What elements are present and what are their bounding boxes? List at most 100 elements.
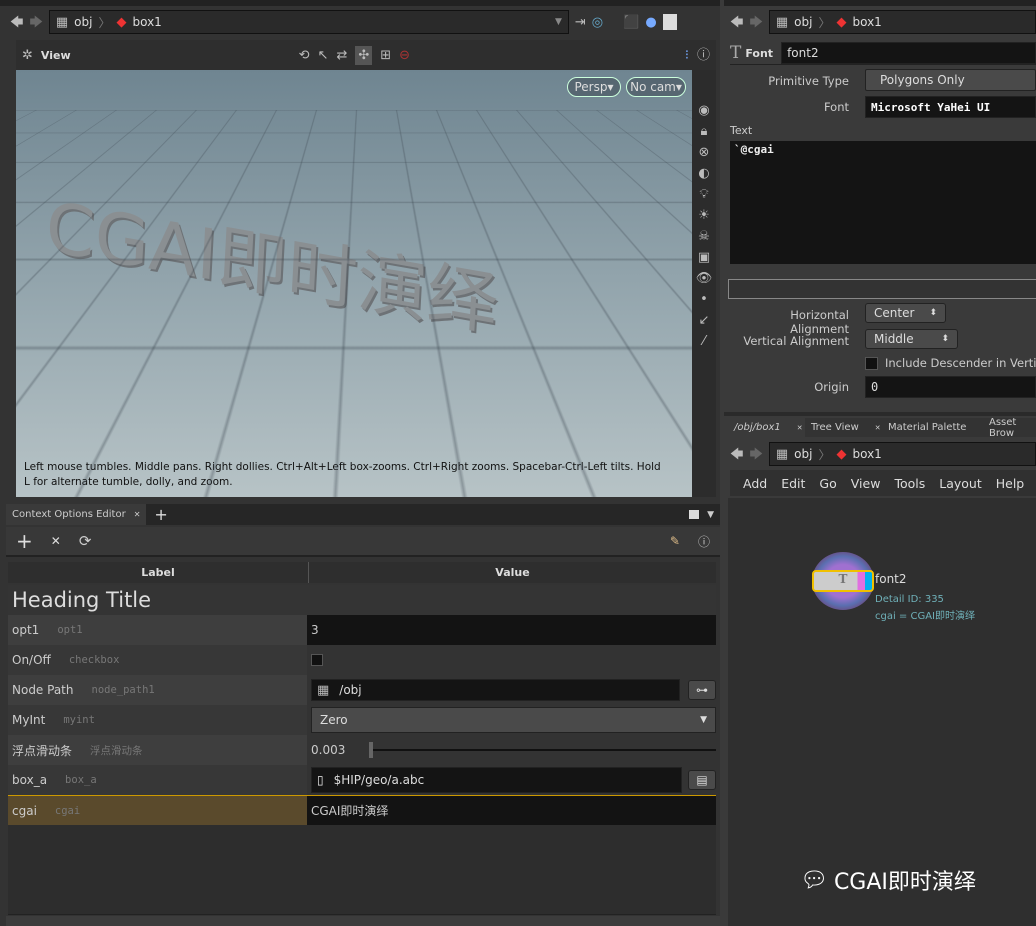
help-icon[interactable]: ⓘ [698,533,710,550]
dropper-icon[interactable]: ⁄ [703,335,705,348]
point-icon[interactable]: • [700,293,708,306]
node-name[interactable]: font2 [875,572,907,586]
edit-icon[interactable]: ✎ [670,534,680,548]
menu-help[interactable]: Help [996,476,1025,491]
forward-arrow-icon[interactable]: 🡆 [749,16,762,29]
cgai-value[interactable]: CGAI即时演绎 [311,802,388,819]
table-row[interactable]: opt1 opt1 3 [8,615,716,645]
tab-tree-view[interactable]: Tree View ✕ [805,418,887,437]
float-slider[interactable] [369,742,716,758]
skull-icon[interactable]: ☠ [698,230,710,243]
display-options-icon[interactable]: ⁝ [685,49,689,62]
viewport[interactable]: CGAI即时演绎 Persp ▾ No cam ▾ Left mouse tumbl… [16,70,692,497]
tab-asset-browser[interactable]: Asset Brow [983,417,1036,439]
font-node-body[interactable]: T [812,570,874,592]
close-tab-icon[interactable]: ✕ [134,510,141,519]
pane-menu-icon[interactable]: ▼ [707,510,714,520]
status-bar [6,916,720,926]
halign-menu[interactable]: Center ⬍ [865,303,946,323]
display-icon[interactable] [662,14,677,30]
eye-icon[interactable]: 👁︎ [696,272,713,285]
light-icon[interactable]: 💡︎ [699,188,708,201]
path-obj[interactable]: obj [74,15,92,29]
origin-field[interactable]: 0 [865,376,1036,398]
menu-edit[interactable]: Edit [781,476,805,491]
table-row[interactable]: box_a box_a ▯ $HIP/geo/a.abc ▤ [8,765,716,795]
checkbox[interactable] [311,654,323,666]
file-path-value[interactable]: $HIP/geo/a.abc [334,773,425,787]
back-arrow-icon[interactable]: 🡄 [730,16,743,29]
font-node-icon: T [730,43,742,63]
text-area[interactable]: `@cgai [730,141,1036,264]
forward-arrow-icon[interactable]: 🡆 [749,448,762,461]
float-value[interactable]: 0.003 [311,743,369,757]
path-box1[interactable]: box1 [132,15,161,29]
table-row[interactable]: MyInt myint Zero ▼ [8,705,716,735]
left-nav-bar: 🡄 🡆 ▦ obj 〉 ◆ box1 ▼ ⇥ ◎ ⬛ ● [10,10,716,34]
table-row[interactable]: Node Path node_path1 ▦/obj ⊶ [8,675,716,705]
menu-view[interactable]: View [851,476,881,491]
tumble-icon[interactable]: ⟲ [299,49,310,62]
left-pane: 🡄 🡆 ▦ obj 〉 ◆ box1 ▼ ⇥ ◎ ⬛ ● ✲ View ⟲ ↖ … [0,0,720,926]
watermark: 💬︎ CGAI即时演绎 [800,867,976,896]
menu-add[interactable]: Add [743,476,767,491]
table-row[interactable]: On/Off checkbox [8,645,716,675]
menu-go[interactable]: Go [819,476,836,491]
primitive-type-menu[interactable]: Polygons Only [865,69,1036,91]
network-editor[interactable]: T font2 Detail ID: 335 cgai = CGAI即时演绎 💬… [728,498,1036,926]
back-arrow-icon[interactable]: 🡄 [730,448,743,461]
help-icon[interactable]: ⓘ [697,49,710,62]
font-field[interactable]: Microsoft YaHei UI [865,96,1036,118]
xray-icon[interactable]: ⊗ [699,146,710,159]
path-bar[interactable]: ▦ obj 〉 ◆ box1 ▼ [48,10,569,34]
select-icon[interactable]: ↖ [318,49,329,62]
ghost-icon[interactable]: ◉ [698,104,709,117]
cube-icon[interactable]: ⬛ [623,16,639,29]
zoom-icon[interactable]: ⊞ [380,49,391,62]
node-chooser-button[interactable]: ⊶ [688,680,716,700]
myint-menu[interactable]: Zero ▼ [311,707,716,733]
geo-icon: ◆ [116,14,127,30]
path-dropdown-icon[interactable]: ▼ [555,17,562,27]
snap-icon[interactable]: ✣ [355,45,373,65]
lock-icon[interactable]: 🔒︎ [701,125,708,138]
table-row-selected[interactable]: cgai cgai CGAI即时演绎 [8,795,716,825]
path-bar[interactable]: ▦ obj 〉 ◆ box1 [768,10,1036,34]
obj-icon: ▦ [775,14,789,30]
headlight-icon[interactable]: ☀ [698,209,710,222]
descender-checkbox[interactable] [865,357,878,370]
table-header: Label Value [8,562,716,583]
shading-icon[interactable]: ● [645,16,656,29]
target-icon[interactable]: ◎ [592,16,603,29]
camera-menu[interactable]: No cam ▾ [626,77,686,97]
tab-material-palette[interactable]: Material Palette✕ [882,418,995,437]
forward-arrow-icon[interactable]: 🡆 [29,16,42,29]
transform-icon[interactable]: ⇄ [336,49,347,62]
column-label[interactable]: Label [8,562,309,583]
add-tab-button[interactable]: + [154,505,167,524]
table-row[interactable]: 浮点滑动条 浮点滑动条 0.003 [8,735,716,765]
delete-icon[interactable]: ✕ [51,534,61,548]
opt1-value[interactable]: 3 [311,623,319,637]
menu-tools[interactable]: Tools [894,476,925,491]
add-icon[interactable]: + [16,529,33,553]
stop-icon[interactable]: ⊖ [399,49,410,62]
normal-icon[interactable]: ↙ [699,314,710,327]
pin-icon[interactable]: ⇥ [575,16,586,29]
node-path-value[interactable]: /obj [339,683,361,697]
maximize-icon[interactable] [689,510,700,519]
path-bar[interactable]: ▦ obj 〉 ◆ box1 [768,442,1036,466]
menu-layout[interactable]: Layout [939,476,982,491]
back-arrow-icon[interactable]: 🡄 [10,16,23,29]
shaded-icon[interactable]: ◐ [698,167,709,180]
tab-context-options-editor[interactable]: Context Options Editor ✕ [6,504,147,525]
refresh-icon[interactable]: ⟳ [79,532,92,550]
valign-menu[interactable]: Middle ⬍ [865,329,958,349]
tab-obj-box1[interactable]: /obj/box1 ✕ [728,418,809,437]
persp-menu[interactable]: Persp ▾ [567,77,621,97]
file-chooser-button[interactable]: ▤ [688,770,716,790]
camera-icon[interactable]: ✲ [22,49,33,62]
column-value[interactable]: Value [309,562,716,583]
node-name-field[interactable]: font2 [781,42,1036,64]
background-icon[interactable]: ▣ [698,251,710,264]
